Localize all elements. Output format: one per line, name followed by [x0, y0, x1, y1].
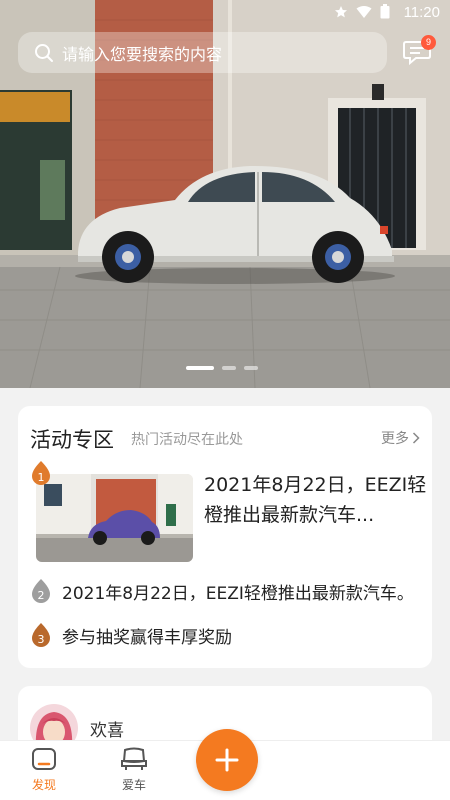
status-time: 11:20 — [403, 4, 440, 21]
activity-list-item[interactable]: 2 2021年8月22日，EEZI轻橙推出最新款汽车。 — [30, 578, 414, 604]
search-icon — [35, 43, 53, 62]
more-link[interactable]: 更多 — [381, 428, 420, 448]
chevron-right-icon — [412, 432, 420, 444]
rank-1-badge: 1 — [32, 461, 50, 485]
nav-label: 爱车 — [121, 778, 146, 792]
rank-number: 3 — [38, 633, 45, 646]
carousel-dot-3[interactable] — [244, 366, 258, 370]
battery-icon — [380, 4, 390, 19]
user-name: 欢喜 — [90, 721, 124, 741]
app-screen: 11:20 请输入您要搜索的内容 9 活动专区 热门活动尽在此处 更多 1 20… — [0, 0, 450, 800]
activity-section: 活动专区 热门活动尽在此处 更多 1 2021年8月22日，EEZI轻橙推出最新… — [18, 406, 432, 668]
featured-image — [36, 474, 193, 562]
wifi-icon — [356, 5, 372, 18]
nav-label: 发现 — [31, 778, 56, 792]
star-icon — [335, 5, 347, 17]
message-badge: 9 — [421, 35, 436, 50]
create-post-button[interactable] — [196, 729, 258, 791]
more-label: 更多 — [381, 431, 409, 447]
section-subtitle: 热门活动尽在此处 — [131, 432, 243, 448]
rank-3-badge: 3 — [32, 623, 50, 647]
carousel-indicator — [186, 366, 258, 370]
plus-icon — [215, 748, 239, 772]
featured-thumbnail — [36, 474, 193, 562]
activity-list-item[interactable]: 3 参与抽奖赢得丰厚奖励 — [30, 622, 232, 648]
carousel-dot-2[interactable] — [222, 366, 236, 370]
nav-my-car[interactable]: 爱车 — [104, 747, 164, 793]
activity-item-text: 2021年8月22日，EEZI轻橙推出最新款汽车。 — [62, 583, 414, 604]
status-bar: 11:20 — [0, 0, 450, 26]
activity-item-text: 参与抽奖赢得丰厚奖励 — [62, 627, 232, 648]
search-input[interactable]: 请输入您要搜索的内容 — [18, 32, 387, 73]
featured-title: 2021年8月22日，EEZI轻橙推出最新款汽车... — [204, 474, 427, 526]
search-placeholder: 请输入您要搜索的内容 — [62, 44, 223, 64]
nav-discover[interactable]: 发现 — [14, 747, 74, 793]
status-icons — [334, 4, 390, 19]
section-title: 活动专区 — [30, 428, 114, 452]
car-seat-icon — [121, 747, 147, 770]
carousel-dot-1[interactable] — [186, 366, 214, 370]
rank-number: 1 — [38, 471, 45, 484]
discover-icon — [32, 748, 56, 770]
rank-2-badge: 2 — [32, 579, 50, 603]
rank-number: 2 — [38, 589, 45, 602]
